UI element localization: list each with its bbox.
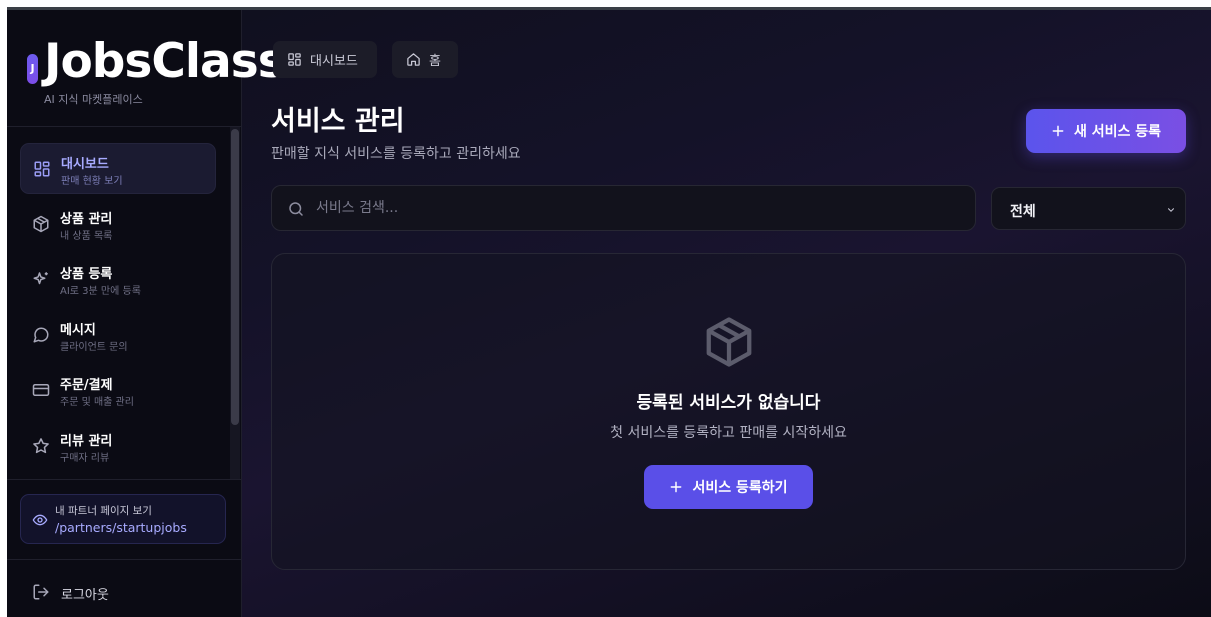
home-button-label: 홈 <box>429 54 441 69</box>
credit-card-icon <box>32 384 50 396</box>
search-input[interactable] <box>316 186 956 230</box>
message-icon <box>33 327 49 342</box>
dashboard-button-label: 대시보드 <box>310 54 358 69</box>
partner-page-link[interactable]: 내 파트너 페이지 보기 /partners/startupjobs <box>20 494 226 544</box>
sidebar-item-label: 상품 등록 <box>60 267 113 282</box>
sidebar-item-register[interactable]: 상품 등록 AI로 3분 만에 등록 <box>20 254 216 305</box>
brand-name[interactable]: JobsClass <box>44 34 286 89</box>
select-value: 전체 <box>1010 204 1036 220</box>
brand-subtitle: AI 지식 마켓플레이스 <box>44 93 143 106</box>
sidebar-scrollbar[interactable] <box>230 127 240 479</box>
page-subtitle: 판매할 지식 서비스를 등록하고 관리하세요 <box>271 146 521 162</box>
star-icon <box>33 437 49 453</box>
divider <box>7 559 242 560</box>
eye-icon <box>32 514 48 526</box>
sidebar-nav: 대시보드 판매 현황 보기 상품 관리 내 상품 목록 상품 등록 AI로 3분… <box>20 143 216 476</box>
divider <box>7 479 242 480</box>
empty-state-title: 등록된 서비스가 없습니다 <box>636 393 821 413</box>
empty-state-card: 등록된 서비스가 없습니다 첫 서비스를 등록하고 판매를 시작하세요 서비스 … <box>271 253 1186 570</box>
empty-state-subtitle: 첫 서비스를 등록하고 판매를 시작하세요 <box>610 425 847 441</box>
partner-link-url: /partners/startupjobs <box>55 520 187 535</box>
sidebar-item-orders[interactable]: 주문/결제 주문 및 매출 관리 <box>20 365 216 416</box>
plus-icon <box>1052 125 1064 137</box>
sidebar-item-label: 메시지 <box>60 322 96 338</box>
app-window: J JobsClass AI 지식 마켓플레이스 대시보드 판매 현황 보기 상… <box>7 7 1211 617</box>
sidebar-item-messages[interactable]: 메시지 클라이언트 문의 <box>20 310 216 361</box>
home-button[interactable]: 홈 <box>392 41 458 78</box>
plus-icon <box>671 481 682 493</box>
brand: J JobsClass AI 지식 마켓플레이스 <box>7 10 286 127</box>
sidebar-item-desc: 내 상품 목록 <box>60 230 113 242</box>
search-icon <box>289 202 303 216</box>
register-service-label: 서비스 등록하기 <box>692 480 788 496</box>
logout-button[interactable]: 로그아웃 <box>20 575 216 609</box>
sidebar-item-desc: 주문 및 매출 관리 <box>60 397 134 408</box>
sidebar-item-dashboard[interactable]: 대시보드 판매 현황 보기 <box>20 143 216 194</box>
sidebar-item-desc: 판매 현황 보기 <box>61 176 123 187</box>
partner-link-label: 내 파트너 페이지 보기 <box>55 505 152 517</box>
chevron-down-icon <box>1167 208 1175 212</box>
new-service-button[interactable]: 새 서비스 등록 <box>1026 109 1186 153</box>
sidebar-item-desc: 구매자 리뷰 <box>60 452 110 464</box>
search-box <box>271 185 976 231</box>
category-select[interactable]: 전체 <box>991 187 1186 230</box>
dashboard-grid-icon <box>34 161 50 177</box>
dashboard-grid-icon <box>288 53 301 66</box>
sidebar-item-reviews[interactable]: 리뷰 관리 구매자 리뷰 <box>20 421 216 472</box>
register-service-button[interactable]: 서비스 등록하기 <box>644 465 813 509</box>
package-icon <box>33 215 49 232</box>
sparkles-icon <box>33 272 48 285</box>
home-icon <box>407 53 420 66</box>
scrollbar-thumb[interactable] <box>231 129 239 425</box>
sidebar-item-desc: 클라이언트 문의 <box>60 341 128 353</box>
brand-logo: J <box>27 54 38 84</box>
sidebar-item-label: 주문/결제 <box>60 378 113 393</box>
sidebar-item-label: 리뷰 관리 <box>60 433 113 449</box>
sidebar-item-label: 대시보드 <box>61 157 109 172</box>
sidebar: J JobsClass AI 지식 마켓플레이스 대시보드 판매 현황 보기 상… <box>7 10 286 617</box>
sidebar-item-products[interactable]: 상품 관리 내 상품 목록 <box>20 199 216 250</box>
page-title: 서비스 관리 <box>271 106 405 137</box>
sidebar-item-label: 상품 관리 <box>60 211 113 227</box>
new-service-label: 새 서비스 등록 <box>1073 124 1162 140</box>
sidebar-item-desc: AI로 3분 만에 등록 <box>60 286 141 297</box>
logout-label: 로그아웃 <box>61 588 109 603</box>
package-icon <box>706 317 752 367</box>
dashboard-button[interactable]: 대시보드 <box>273 41 377 78</box>
logout-icon <box>33 584 49 600</box>
